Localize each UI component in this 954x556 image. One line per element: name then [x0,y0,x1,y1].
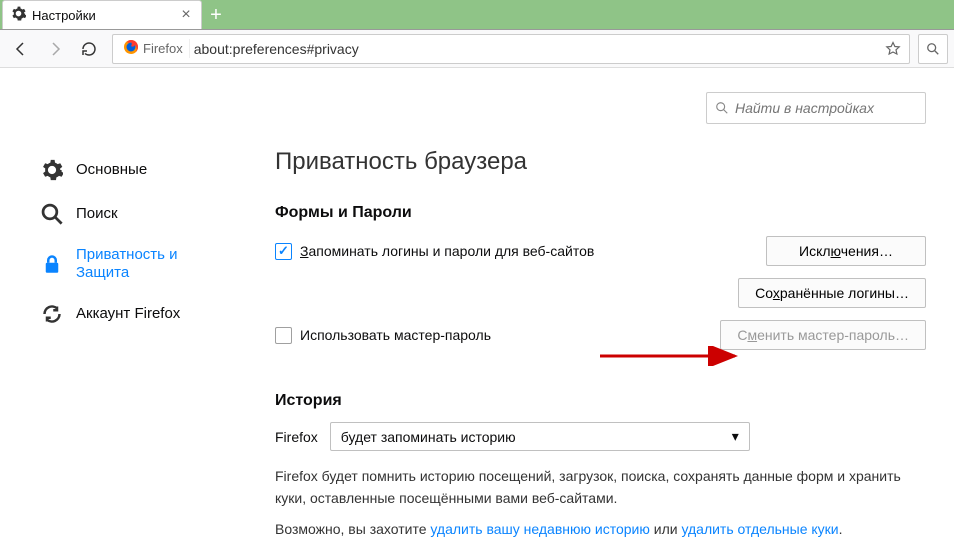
checkbox-icon [275,327,292,344]
identity-box[interactable]: Firefox [117,39,190,58]
remember-logins-label: Запоминать логины и пароли для веб-сайто… [300,243,594,259]
history-mode-dropdown[interactable]: будет запоминать историю ▾ [330,422,750,451]
tab-title: Настройки [32,8,179,23]
reload-button[interactable] [74,34,104,64]
sidebar-item-privacy[interactable]: Приватность и Защита [40,236,230,292]
sidebar-item-label: Аккаунт Firefox [76,305,180,323]
new-tab-button[interactable]: + [202,1,230,29]
gear-icon [11,6,26,24]
chevron-down-icon: ▾ [732,428,739,445]
tab-bar: Настройки × + [0,0,954,30]
saved-logins-button[interactable]: Сохранённые логины… [738,278,926,308]
back-button[interactable] [6,34,36,64]
main-pane: Приватность браузера Формы и Пароли Запо… [230,88,954,540]
master-password-label: Использовать мастер-пароль [300,327,491,343]
history-suggestion: Возможно, вы захотите удалить вашу недав… [275,518,926,540]
sidebar-item-general[interactable]: Основные [40,148,230,192]
clear-history-link[interactable]: удалить вашу недавнюю историю [430,521,649,537]
change-master-button: Сменить мастер-пароль… [720,320,926,350]
close-icon[interactable]: × [179,8,193,22]
sidebar-item-account[interactable]: Аккаунт Firefox [40,292,230,336]
navigation-toolbar: Firefox about:preferences#privacy [0,30,954,68]
settings-sidebar: Основные Поиск Приватность и Защита Акка… [0,88,230,540]
master-password-checkbox[interactable]: Использовать мастер-пароль [275,327,491,344]
url-text: about:preferences#privacy [194,41,881,57]
forms-section-label: Формы и Пароли [275,204,926,222]
settings-search[interactable] [706,92,926,124]
settings-search-input[interactable] [735,100,917,116]
firefox-will-label: Firefox [275,429,318,445]
forward-button [40,34,70,64]
gear-icon [40,158,64,182]
browser-tab[interactable]: Настройки × [2,0,202,29]
checkbox-icon [275,243,292,260]
history-mode-value: будет запоминать историю [341,429,516,445]
history-section-label: История [275,392,926,410]
sync-icon [40,302,64,326]
sidebar-item-label: Основные [76,161,147,179]
remember-logins-checkbox[interactable]: Запоминать логины и пароли для веб-сайто… [275,243,594,260]
exceptions-button[interactable]: Исключения… [766,236,926,266]
search-button[interactable] [918,34,948,64]
sidebar-item-search[interactable]: Поиск [40,192,230,236]
identity-label: Firefox [143,41,183,56]
firefox-icon [123,39,139,58]
page-title: Приватность браузера [275,148,926,176]
bookmark-star-icon[interactable] [881,37,905,61]
clear-cookies-link[interactable]: удалить отдельные куки [681,521,838,537]
url-bar[interactable]: Firefox about:preferences#privacy [112,34,910,64]
sidebar-item-label: Поиск [76,205,118,223]
sidebar-item-label: Приватность и Защита [76,246,178,282]
lock-icon [40,252,64,276]
history-description: Firefox будет помнить историю посещений,… [275,465,926,510]
search-icon [40,202,64,226]
